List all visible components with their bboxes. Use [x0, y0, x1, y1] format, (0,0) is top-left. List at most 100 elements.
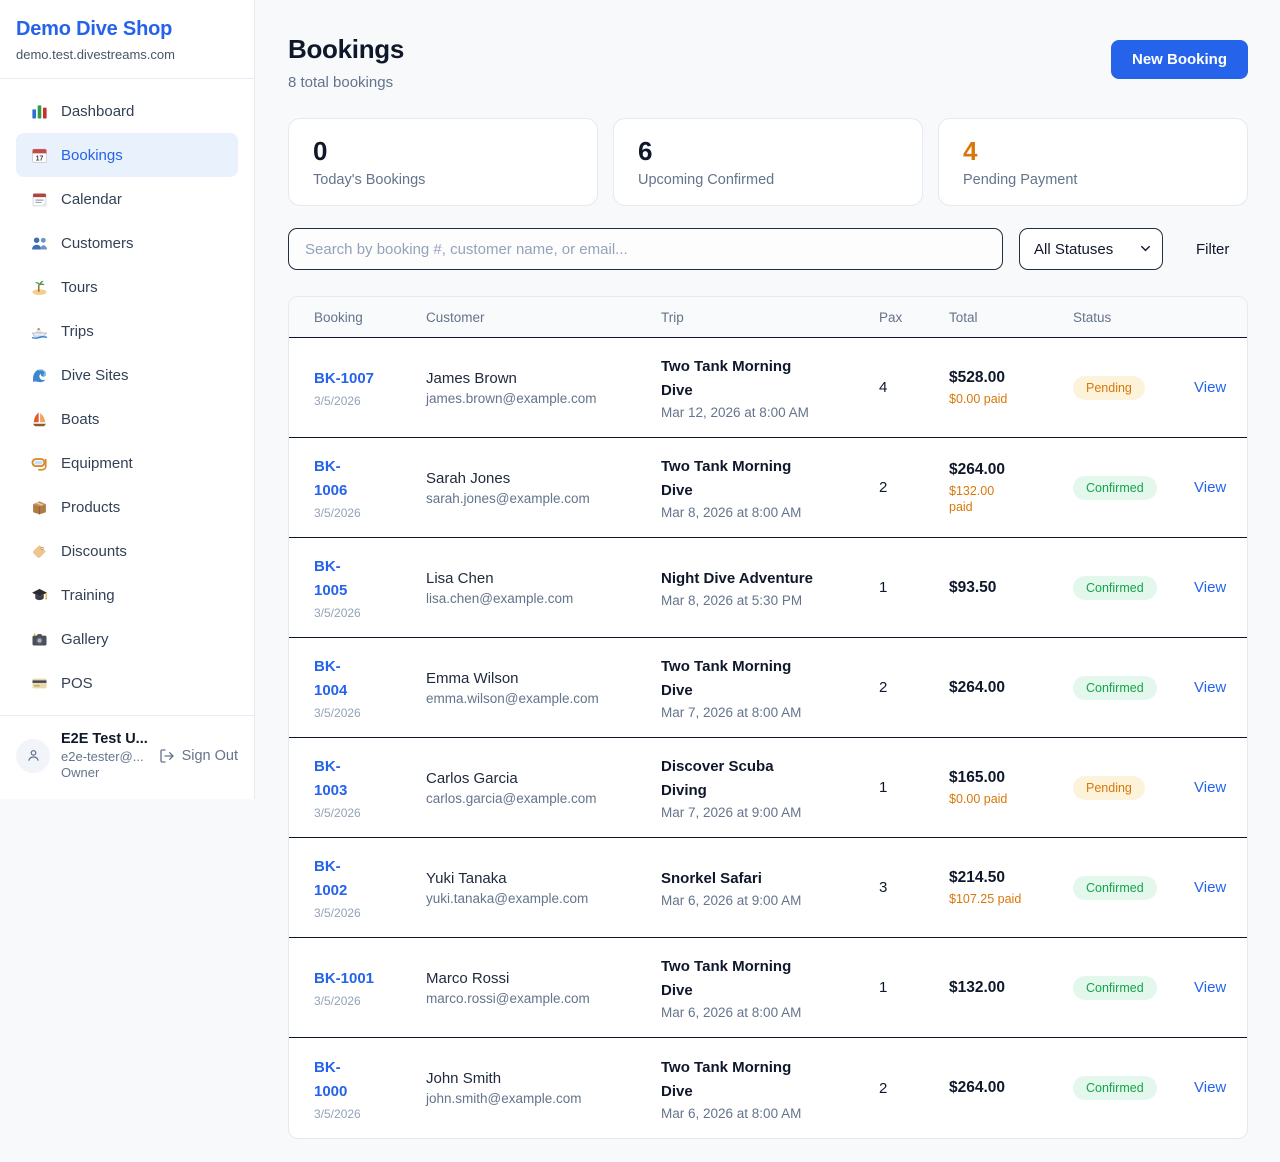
- filter-button[interactable]: Filter: [1196, 241, 1229, 258]
- total-amount: $132.00: [949, 979, 1055, 997]
- view-link[interactable]: View: [1194, 479, 1226, 496]
- pax-value: 2: [879, 1080, 949, 1097]
- customer-email: john.smith@example.com: [426, 1091, 661, 1106]
- bookings-page: Demo Dive Shop demo.test.divestreams.com…: [0, 0, 1280, 1162]
- table-row: BK- 10053/5/2026 Lisa Chenlisa.chen@exam…: [289, 538, 1247, 638]
- pax-value: 2: [879, 679, 949, 696]
- view-link[interactable]: View: [1194, 979, 1226, 996]
- sidebar-item-gallery[interactable]: Gallery: [16, 617, 238, 661]
- table-row: BK- 10043/5/2026 Emma Wilsonemma.wilson@…: [289, 638, 1247, 738]
- sign-out-button[interactable]: Sign Out: [159, 748, 238, 764]
- booking-date: 3/5/2026: [314, 506, 426, 520]
- sign-out-label: Sign Out: [182, 748, 238, 764]
- table-row: BK- 10063/5/2026 Sarah Jonessarah.jones@…: [289, 438, 1247, 538]
- view-link[interactable]: View: [1194, 779, 1226, 796]
- status-filter-select[interactable]: All Statuses: [1019, 228, 1163, 270]
- booking-date: 3/5/2026: [314, 994, 426, 1008]
- sidebar-item-products[interactable]: Products: [16, 485, 238, 529]
- total-amount: $264.00: [949, 461, 1055, 479]
- status-badge: Confirmed: [1073, 576, 1157, 600]
- booking-date: 3/5/2026: [314, 606, 426, 620]
- sidebar-item-label: Training: [61, 587, 115, 604]
- stat-value: 0: [313, 136, 573, 167]
- table-row: BK-10073/5/2026 James Brownjames.brown@e…: [289, 338, 1247, 438]
- view-link[interactable]: View: [1194, 679, 1226, 696]
- sidebar-item-tours[interactable]: Tours: [16, 265, 238, 309]
- new-booking-button[interactable]: New Booking: [1111, 40, 1248, 79]
- page-header: Bookings 8 total bookings New Booking: [288, 34, 1248, 91]
- sidebar: Demo Dive Shop demo.test.divestreams.com…: [0, 0, 255, 799]
- booking-id-link[interactable]: BK- 1002: [314, 855, 426, 903]
- stats-cards: 0 Today's Bookings 6 Upcoming Confirmed …: [288, 118, 1248, 206]
- table-row: BK- 10003/5/2026 John Smithjohn.smith@ex…: [289, 1038, 1247, 1138]
- sidebar-item-training[interactable]: Training: [16, 573, 238, 617]
- sidebar-user-footer: E2E Test U... e2e-tester@... Owner Sign …: [0, 715, 254, 795]
- trip-name: Night Dive Adventure: [661, 567, 869, 591]
- pax-value: 1: [879, 579, 949, 596]
- customer-email: sarah.jones@example.com: [426, 491, 661, 506]
- pax-value: 3: [879, 879, 949, 896]
- table-header-row: Booking Customer Trip Pax Total Status: [289, 297, 1247, 338]
- sidebar-item-label: Calendar: [61, 191, 122, 208]
- tear-off-calendar-icon: [31, 191, 48, 208]
- shop-name: Demo Dive Shop: [16, 18, 236, 41]
- sidebar-item-customers[interactable]: Customers: [16, 221, 238, 265]
- credit-card-icon: [31, 675, 48, 692]
- sidebar-item-label: Dashboard: [61, 103, 134, 120]
- booking-id-link[interactable]: BK-1007: [314, 367, 426, 391]
- tag-icon: [31, 543, 48, 560]
- booking-id-link[interactable]: BK- 1003: [314, 755, 426, 803]
- stat-label: Pending Payment: [963, 172, 1223, 188]
- bookings-table: Booking Customer Trip Pax Total Status B…: [288, 296, 1248, 1139]
- camera-icon: [31, 631, 48, 648]
- sidebar-item-dashboard[interactable]: Dashboard: [16, 89, 238, 133]
- sailboat-icon: [31, 411, 48, 428]
- customer-name: Carlos Garcia: [426, 770, 661, 787]
- sidebar-item-equipment[interactable]: Equipment: [16, 441, 238, 485]
- trip-name: Discover Scuba Diving: [661, 755, 869, 803]
- status-badge: Confirmed: [1073, 1076, 1157, 1100]
- column-header-pax: Pax: [879, 310, 949, 325]
- stat-value: 6: [638, 136, 898, 167]
- status-badge: Pending: [1073, 376, 1145, 400]
- trip-date: Mar 12, 2026 at 8:00 AM: [661, 405, 869, 420]
- view-link[interactable]: View: [1194, 379, 1226, 396]
- column-header-booking: Booking: [289, 310, 426, 325]
- paid-amount: $0.00 paid: [949, 391, 1055, 407]
- status-badge: Pending: [1073, 776, 1145, 800]
- sidebar-item-trips[interactable]: Trips: [16, 309, 238, 353]
- booking-date: 3/5/2026: [314, 906, 426, 920]
- booking-id-link[interactable]: BK- 1006: [314, 455, 426, 503]
- customer-name: James Brown: [426, 370, 661, 387]
- booking-id-link[interactable]: BK-1001: [314, 967, 426, 991]
- sidebar-item-discounts[interactable]: Discounts: [16, 529, 238, 573]
- sidebar-item-dive-sites[interactable]: Dive Sites: [16, 353, 238, 397]
- pax-value: 4: [879, 379, 949, 396]
- sidebar-item-pos[interactable]: POS: [16, 661, 238, 705]
- view-link[interactable]: View: [1194, 879, 1226, 896]
- booking-id-link[interactable]: BK- 1005: [314, 555, 426, 603]
- sidebar-item-label: Dive Sites: [61, 367, 129, 384]
- trip-name: Two Tank Morning Dive: [661, 655, 869, 703]
- booking-date: 3/5/2026: [314, 394, 426, 408]
- table-row: BK- 10033/5/2026 Carlos Garciacarlos.gar…: [289, 738, 1247, 838]
- calendar-date-icon: 17: [31, 147, 48, 164]
- view-link[interactable]: View: [1194, 1079, 1226, 1096]
- sidebar-item-boats[interactable]: Boats: [16, 397, 238, 441]
- shop-domain: demo.test.divestreams.com: [16, 47, 236, 62]
- trip-name: Snorkel Safari: [661, 867, 869, 891]
- stat-card-pending-payment: 4 Pending Payment: [938, 118, 1248, 206]
- search-input[interactable]: [288, 228, 1003, 270]
- view-link[interactable]: View: [1194, 579, 1226, 596]
- status-badge: Confirmed: [1073, 476, 1157, 500]
- booking-id-link[interactable]: BK- 1004: [314, 655, 426, 703]
- sidebar-item-calendar[interactable]: Calendar: [16, 177, 238, 221]
- customer-name: John Smith: [426, 1070, 661, 1087]
- dive-mask-icon: [31, 455, 48, 472]
- column-header-status: Status: [1073, 310, 1194, 325]
- table-row: BK-10013/5/2026 Marco Rossimarco.rossi@e…: [289, 938, 1247, 1038]
- booking-id-link[interactable]: BK- 1000: [314, 1056, 426, 1104]
- sidebar-item-bookings[interactable]: 17 Bookings: [16, 133, 238, 177]
- user-email: e2e-tester@...: [61, 749, 148, 764]
- trip-name: Two Tank Morning Dive: [661, 455, 869, 503]
